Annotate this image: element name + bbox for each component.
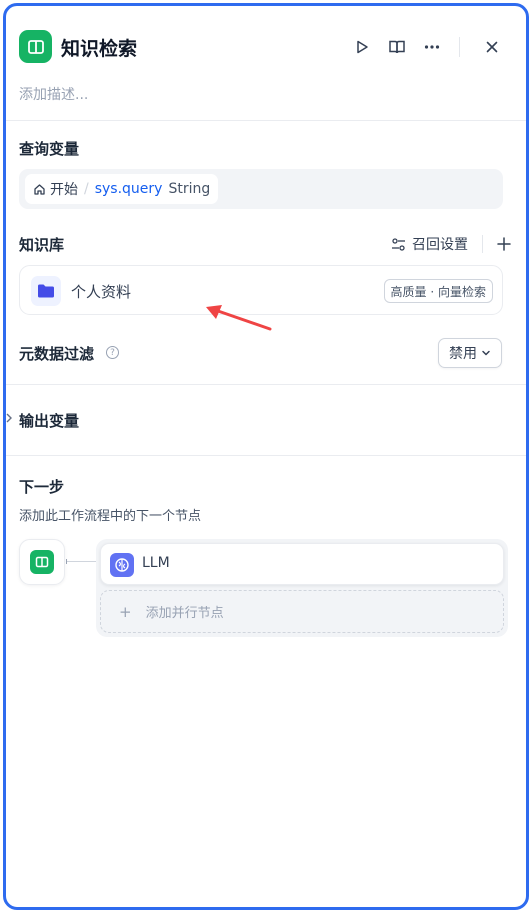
plus-icon <box>497 237 511 251</box>
knowledge-actions: 召回设置 <box>391 232 513 256</box>
panel-header: 知识检索 <box>19 30 513 68</box>
help-icon[interactable]: ? <box>106 346 119 359</box>
divider <box>6 455 526 456</box>
connector-start <box>66 559 67 564</box>
book-icon <box>19 30 52 63</box>
close-icon <box>486 41 498 53</box>
next-node-label: LLM <box>142 555 170 571</box>
recall-settings-button[interactable]: 召回设置 <box>391 234 468 254</box>
more-icon <box>424 45 440 49</box>
play-icon <box>357 40 368 54</box>
knowledge-section-title: 知识库 <box>19 236 65 254</box>
output-section-title[interactable]: 输出变量 <box>19 410 79 431</box>
run-button[interactable] <box>350 35 374 59</box>
add-parallel-node-button[interactable]: + 添加并行节点 <box>100 590 504 633</box>
annotation-arrow <box>206 305 272 331</box>
retrieval-mode-badge: 高质量 · 向量检索 <box>383 279 493 303</box>
variable-source: 开始 <box>50 182 78 198</box>
recall-settings-label: 召回设置 <box>412 237 468 253</box>
add-knowledge-button[interactable] <box>495 235 513 253</box>
book-icon <box>30 550 54 574</box>
plus-icon: + <box>119 602 132 621</box>
divider <box>6 384 526 385</box>
folder-icon <box>31 276 61 306</box>
header-divider <box>459 37 460 57</box>
help-doc-button[interactable] <box>385 35 409 59</box>
variable-separator: / <box>84 181 89 197</box>
page-title[interactable]: 知识检索 <box>61 34 137 61</box>
chevron-right-icon[interactable] <box>6 413 12 423</box>
add-parallel-label: 添加并行节点 <box>145 606 224 621</box>
node-connector <box>66 559 98 564</box>
next-node-llm[interactable]: LLM <box>100 543 504 585</box>
metadata-filter-row: 元数据过滤 ? 禁用 <box>19 338 502 368</box>
next-nodes-container: LLM + 添加并行节点 <box>96 539 508 637</box>
knowledge-name: 个人资料 <box>71 283 132 301</box>
current-node <box>19 539 65 585</box>
next-step-title: 下一步 <box>19 478 65 496</box>
metadata-filter-select[interactable]: 禁用 <box>438 338 502 368</box>
next-step-subtitle: 添加此工作流程中的下一个节点 <box>19 509 202 524</box>
variable-name: sys.query <box>94 181 163 197</box>
divider <box>6 120 526 121</box>
query-variable-field[interactable]: 开始 / sys.query String <box>19 169 503 209</box>
home-icon <box>34 183 45 195</box>
book-open-icon <box>389 40 405 54</box>
metadata-filter-title: 元数据过滤 <box>19 345 95 363</box>
settings-sliders-icon <box>392 237 405 251</box>
node-panel: 知识检索 添加描述... 查询变量 开始 / sys.query String … <box>3 3 529 910</box>
actions-divider <box>482 235 483 253</box>
metadata-filter-value: 禁用 <box>449 346 477 362</box>
brain-icon <box>110 553 134 577</box>
chevron-down-icon <box>482 350 490 356</box>
close-button[interactable] <box>480 35 504 59</box>
more-button[interactable] <box>420 35 444 59</box>
variable-type: String <box>168 181 211 197</box>
variable-chip[interactable]: 开始 / sys.query String <box>25 174 219 204</box>
query-section-title: 查询变量 <box>19 140 80 158</box>
description-input[interactable]: 添加描述... <box>19 84 88 104</box>
